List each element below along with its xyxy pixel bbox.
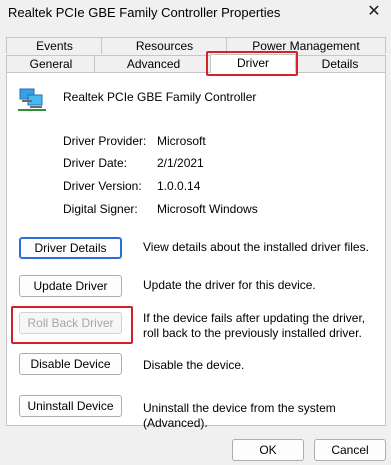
update-driver-desc: Update the driver for this device. (143, 278, 316, 292)
update-driver-button[interactable]: Update Driver (19, 275, 122, 297)
driver-panel: Realtek PCIe GBE Family Controller Drive… (6, 72, 386, 430)
tab-events[interactable]: Events (6, 37, 103, 54)
disable-device-desc: Disable the device. (143, 358, 245, 372)
driver-details-button[interactable]: Driver Details (19, 237, 122, 259)
uninstall-device-desc: Uninstall the device from the system (Ad… (143, 401, 336, 430)
tab-advanced[interactable]: Advanced (94, 55, 213, 72)
driver-date-value: 2/1/2021 (157, 156, 204, 170)
driver-provider-value: Microsoft (157, 134, 206, 148)
driver-tab-highlight (206, 51, 298, 76)
digital-signer-value: Microsoft Windows (157, 202, 258, 216)
driver-details-desc: View details about the installed driver … (143, 240, 369, 254)
ok-button[interactable]: OK (232, 439, 304, 461)
tab-general[interactable]: General (6, 55, 96, 72)
tab-details[interactable]: Details (294, 55, 386, 72)
roll-back-highlight (11, 306, 133, 344)
driver-version-value: 1.0.0.14 (157, 179, 201, 193)
driver-version-label: Driver Version: (63, 179, 142, 193)
cancel-button[interactable]: Cancel (314, 439, 386, 461)
uninstall-device-button[interactable]: Uninstall Device (19, 395, 122, 417)
disable-device-button[interactable]: Disable Device (19, 353, 122, 375)
driver-date-label: Driver Date: (63, 156, 128, 170)
network-adapter-icon (18, 85, 46, 111)
digital-signer-label: Digital Signer: (63, 202, 138, 216)
device-name: Realtek PCIe GBE Family Controller (63, 90, 257, 104)
close-icon[interactable]: ✕ (359, 0, 389, 26)
window-title: Realtek PCIe GBE Family Controller Prope… (8, 5, 281, 20)
driver-provider-label: Driver Provider: (63, 134, 147, 148)
roll-back-driver-desc: If the device fails after updating the d… (143, 311, 366, 340)
